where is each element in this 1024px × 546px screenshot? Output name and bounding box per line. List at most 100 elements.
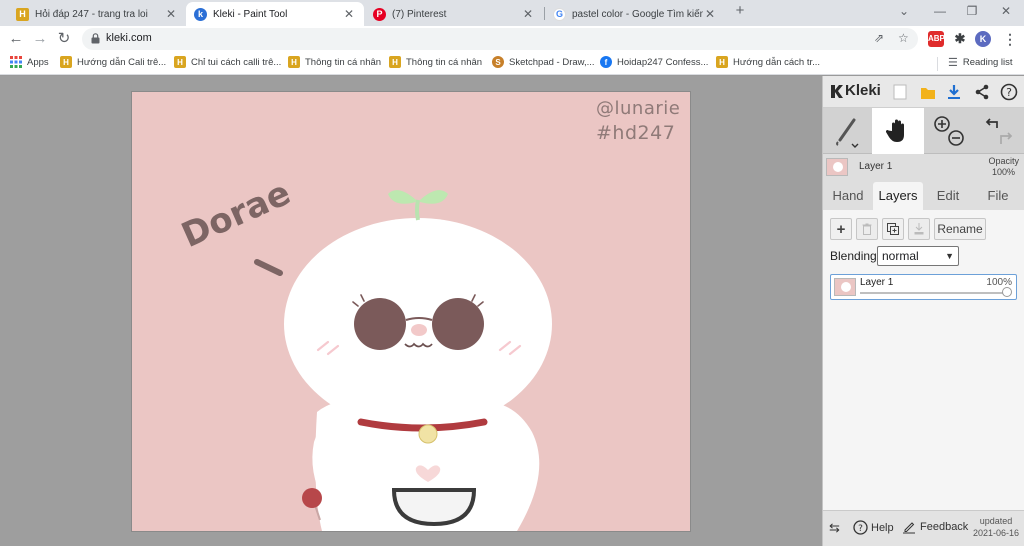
apps-grid-icon	[10, 56, 22, 68]
bookmark-star-icon[interactable]: ☆	[898, 31, 909, 45]
layer-opacity-slider[interactable]	[860, 292, 1006, 294]
close-icon[interactable]: ✕	[703, 7, 717, 21]
import-button[interactable]	[917, 81, 939, 103]
reading-list-icon: ☰	[948, 57, 958, 69]
bookmark-label: Thông tin cá nhân	[305, 56, 382, 68]
swap-side-button[interactable]: ⇆	[829, 520, 840, 536]
current-layer-preview: Layer 1 Opacity 100%	[823, 154, 1024, 182]
signature-hashtag: #hd247	[596, 122, 676, 144]
drawing-canvas[interactable]: @lunarie #hd247 Dorae	[132, 92, 690, 531]
profile-avatar[interactable]: K	[975, 31, 991, 47]
restore-icon[interactable]: ❐	[962, 4, 982, 18]
hoidap-h-icon: H	[174, 56, 186, 68]
tab-title: Hỏi đáp 247 - trang tra loi	[35, 8, 148, 20]
collar-bell	[418, 424, 438, 444]
tab-hoidap[interactable]: H Hỏi đáp 247 - trang tra loi ✕	[8, 2, 186, 26]
hand-icon	[886, 119, 904, 142]
window-close-icon[interactable]: ✕	[996, 4, 1016, 18]
merge-down-icon	[914, 223, 924, 235]
tab-kleki[interactable]: k Kleki - Paint Tool ✕	[186, 2, 364, 26]
extensions-puzzle-icon[interactable]: ✱	[952, 31, 968, 47]
kleki-logo-icon	[831, 84, 843, 98]
updated-label: updated	[979, 516, 1013, 526]
delete-layer-button[interactable]	[856, 218, 878, 240]
tab-edit[interactable]: Edit	[925, 182, 971, 210]
merge-down-button[interactable]	[908, 218, 930, 240]
tab-title: Kleki - Paint Tool	[213, 8, 288, 20]
new-image-button[interactable]	[889, 81, 911, 103]
save-button[interactable]	[943, 81, 965, 103]
tab-layers[interactable]: Layers	[873, 182, 923, 210]
bookmark-item[interactable]: H Hướng dẫn cách tr...	[716, 56, 820, 68]
add-layer-button[interactable]: +	[830, 218, 852, 240]
reading-list-button[interactable]: ☰ Reading list	[948, 56, 1013, 69]
tab-search-chevron-icon[interactable]: ⌄	[894, 4, 914, 18]
character-head	[284, 218, 552, 430]
tab-file[interactable]: File	[975, 182, 1021, 210]
close-icon[interactable]: ✕	[164, 7, 178, 21]
sprout-left-leaf	[388, 190, 416, 204]
tool-selector	[823, 108, 1024, 154]
forward-arrow-icon[interactable]: →	[30, 29, 50, 49]
share-button[interactable]	[971, 81, 993, 103]
right-glasses-lens	[432, 298, 484, 350]
bookmark-label: Hoidap247 Confess...	[617, 56, 709, 68]
address-bar[interactable]: kleki.com ⇗ ☆	[82, 28, 918, 50]
brush-tool[interactable]	[823, 108, 871, 154]
folder-icon	[921, 88, 935, 99]
hoidap-h-icon: H	[716, 56, 728, 68]
reload-icon[interactable]: ↻	[54, 29, 74, 49]
bookmark-item[interactable]: H Thông tin cá nhân	[389, 56, 482, 68]
adblock-icon[interactable]: ABP	[928, 31, 945, 47]
help-button[interactable]: ?	[998, 81, 1020, 103]
bookmark-apps[interactable]: Apps	[10, 56, 49, 68]
bookmark-item[interactable]: H Hướng dẫn Cali trê...	[60, 56, 166, 68]
duplicate-layer-button[interactable]	[882, 218, 904, 240]
bookmark-label: Hướng dẫn cách tr...	[733, 56, 821, 68]
bookmark-item[interactable]: S Sketchpad - Draw,...	[492, 56, 595, 68]
feedback-link[interactable]: Feedback	[902, 520, 968, 534]
hand-tool[interactable]	[872, 108, 924, 154]
minimize-icon[interactable]: —	[930, 4, 950, 18]
close-icon[interactable]: ✕	[521, 7, 535, 21]
bookmark-label: Sketchpad - Draw,...	[509, 56, 595, 68]
tab-hand[interactable]: Hand	[825, 182, 871, 210]
lollipop-candy	[302, 488, 322, 508]
drawing-workspace[interactable]: @lunarie #hd247 Dorae	[0, 76, 822, 546]
bookmark-item[interactable]: f Hoidap247 Confess...	[600, 56, 708, 68]
layer-list-item[interactable]: Layer 1 100%	[830, 274, 1017, 300]
chevron-down-icon: ▼	[945, 251, 954, 261]
bookmark-separator	[937, 57, 938, 71]
zoom-tool[interactable]	[925, 108, 973, 154]
kleki-logo[interactable]: Kleki	[829, 82, 881, 99]
rename-layer-button[interactable]: Rename	[934, 218, 986, 240]
new-tab-button[interactable]: +	[730, 2, 750, 19]
close-icon[interactable]: ✕	[342, 7, 356, 21]
help-link[interactable]: ? Help	[853, 520, 894, 535]
swap-arrows-icon: ⇆	[829, 520, 840, 535]
browser-toolbar: ← → ↻ kleki.com ⇗ ☆ ABP ✱ K ⋮	[0, 26, 1024, 52]
google-icon: G	[553, 7, 566, 21]
opacity-label: Opacity	[988, 156, 1019, 166]
share-icon[interactable]: ⇗	[874, 31, 884, 45]
artwork-illustration	[254, 190, 552, 531]
slider-handle[interactable]	[1002, 287, 1012, 297]
tab-google[interactable]: G pastel color - Google Tìm kiếm ✕	[545, 2, 725, 26]
share-icon	[975, 84, 989, 100]
tab-pinterest[interactable]: P (7) Pinterest ✕	[365, 2, 543, 26]
bookmark-label: Apps	[27, 56, 49, 68]
back-arrow-icon[interactable]: ←	[6, 29, 26, 49]
feedback-label: Feedback	[920, 521, 969, 533]
bookmark-item[interactable]: H Thông tin cá nhân	[288, 56, 381, 68]
zoom-in-out-icon	[934, 116, 964, 146]
panel-header: Kleki ?	[823, 76, 1024, 108]
menu-kebab-icon[interactable]: ⋮	[1002, 31, 1018, 47]
panel-tab-bar: Hand Layers Edit File	[823, 182, 1024, 210]
new-page-icon	[893, 84, 907, 100]
undo-redo-tool[interactable]	[974, 108, 1024, 154]
bookmark-label: Thông tin cá nhân	[406, 56, 483, 68]
character-pocket	[391, 488, 477, 527]
bookmark-item[interactable]: H Chỉ tui cách calli trê...	[174, 56, 281, 68]
blending-mode-select[interactable]: normal ▼	[877, 246, 959, 266]
svg-text:?: ?	[858, 524, 863, 534]
